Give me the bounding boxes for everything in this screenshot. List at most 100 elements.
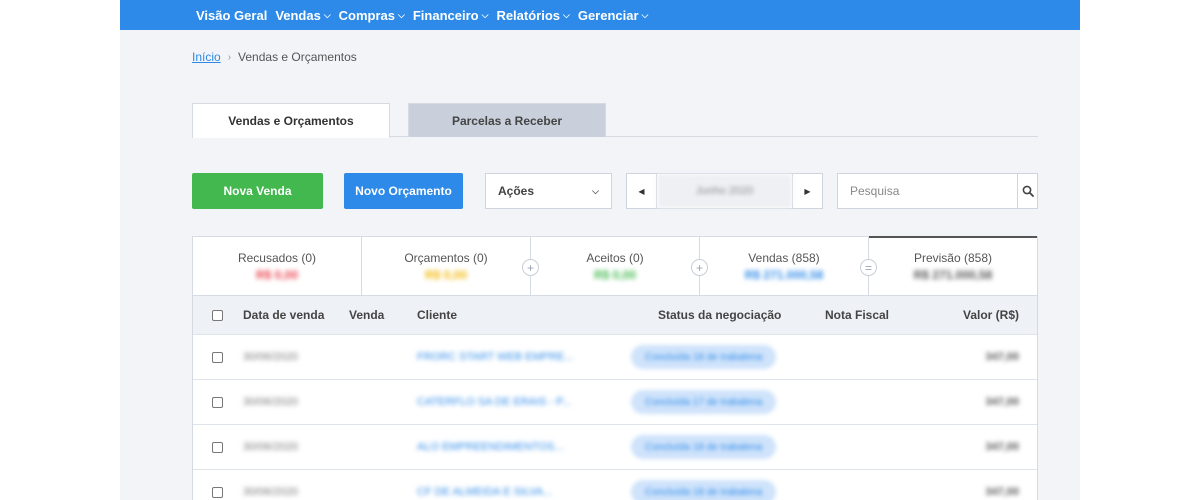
status-badge[interactable]: Concluída 17 de trabalena (631, 390, 777, 414)
summary-amount: R$ 0,00 (593, 267, 637, 282)
app-window: Visão Geral Vendas ⌵ Compras ⌵ Financeiro ⌵… (120, 0, 1080, 500)
sales-table: Data de venda Venda Cliente Status da ne… (192, 296, 1038, 500)
breadcrumb-current: Vendas e Orçamentos (238, 50, 357, 64)
row-select-cell (212, 470, 223, 500)
previous-period-button[interactable]: ◀ (627, 174, 657, 208)
row-date: 30/06/2020 (243, 351, 299, 363)
summary-card-previsao[interactable]: Previsão (858) R$ 271.000,58 (869, 236, 1037, 295)
breadcrumb-home-link[interactable]: Início (192, 50, 221, 64)
row-status-cell: Concluída 18 de trabalena (631, 470, 777, 500)
row-client-link[interactable]: CATERFLO SA DE ERAIS - P... (417, 380, 571, 424)
next-period-button[interactable]: ▶ (792, 174, 822, 208)
new-sale-button[interactable]: Nova Venda (192, 173, 323, 209)
nav-vendas[interactable]: Vendas ⌵ (275, 8, 330, 23)
nav-relatorios[interactable]: Relatórios ⌵ (496, 8, 569, 23)
table-row[interactable]: 30/06/2020 CATERFLO SA DE ERAIS - P... Con… (193, 379, 1037, 424)
summary-label: Orçamentos (0) (404, 250, 488, 265)
row-value: 347,00 (985, 351, 1019, 363)
period-navigator: ◀ Junho 2020 ▶ (626, 173, 823, 209)
summary-card-recusados[interactable]: Recusados (0) R$ 0,00 (193, 237, 362, 295)
tab-bar: Vendas e Orçamentos Parcelas a Receber (192, 103, 1038, 138)
tab-parcelas-receber[interactable]: Parcelas a Receber (408, 103, 606, 137)
chevron-down-icon: ⌵ (398, 9, 405, 20)
caret-right-icon: ▶ (804, 186, 811, 196)
column-header-invoice[interactable]: Nota Fiscal (825, 296, 889, 334)
actions-label: Ações (498, 184, 535, 198)
summary-bar: Recusados (0) R$ 0,00 Orçamentos (0) R$ … (192, 236, 1038, 296)
status-badge[interactable]: Concluída 18 de trabalena (631, 345, 777, 369)
summary-label: Aceitos (0) (586, 250, 644, 265)
row-checkbox[interactable] (212, 486, 223, 498)
nav-gerenciar[interactable]: Gerenciar ⌵ (578, 8, 649, 23)
breadcrumb: Início › Vendas e Orçamentos (192, 50, 357, 64)
summary-label: Previsão (858) (913, 251, 993, 265)
column-header-sale[interactable]: Venda (349, 296, 384, 334)
row-date: 30/06/2020 (243, 486, 299, 498)
nav-financeiro[interactable]: Financeiro ⌵ (413, 8, 489, 23)
column-header-value[interactable]: Valor (R$) (963, 296, 1019, 334)
row-select-cell (212, 380, 223, 424)
column-header-date[interactable]: Data de venda (243, 296, 324, 334)
nav-label: Financeiro (412, 7, 479, 23)
tab-vendas-orcamentos[interactable]: Vendas e Orçamentos (192, 103, 390, 138)
actions-dropdown[interactable]: Ações ⌵ (485, 173, 612, 209)
nav-compras[interactable]: Compras ⌵ (339, 8, 405, 23)
nav-label: Compras (338, 7, 396, 23)
nav-visao-geral[interactable]: Visão Geral (196, 8, 267, 23)
table-row[interactable]: 30/06/2020 FRORC START WEB EMPRE... Conclu… (193, 334, 1037, 379)
period-label[interactable]: Junho 2020 (657, 174, 792, 208)
row-client-link[interactable]: CF DE ALMEIDA E SILVA... (417, 470, 552, 500)
chevron-down-icon: ⌵ (563, 9, 570, 20)
summary-amount: R$ 0,00 (424, 267, 468, 282)
row-checkbox[interactable] (212, 351, 223, 363)
row-date: 30/06/2020 (243, 396, 299, 408)
column-header-status[interactable]: Status da negociação (658, 296, 781, 334)
toolbar: Nova Venda Novo Orçamento Ações ⌵ ◀ Junh… (192, 173, 1038, 209)
row-checkbox[interactable] (212, 441, 223, 453)
chevron-down-icon: ⌵ (641, 9, 649, 20)
search-button[interactable] (1017, 174, 1037, 208)
row-date: 30/06/2020 (243, 441, 299, 453)
nav-label: Vendas (275, 7, 321, 23)
table-row[interactable]: 30/06/2020 ALO EMPREENDIMENTOS... Concluíd… (193, 424, 1037, 469)
row-status-cell: Concluída 18 de trabalena (631, 335, 777, 379)
row-value: 347,00 (985, 396, 1019, 408)
summary-card-aceitos[interactable]: Aceitos (0) R$ 0,00 + (531, 237, 708, 295)
nav-label: Visão Geral (196, 7, 268, 23)
top-navbar: Visão Geral Vendas ⌵ Compras ⌵ Financeiro ⌵… (120, 0, 1080, 30)
plus-icon: + (691, 259, 708, 276)
chevron-down-icon: ⌵ (481, 9, 489, 20)
summary-amount: R$ 271.000,58 (744, 267, 824, 282)
plus-icon: + (522, 259, 539, 276)
summary-card-orcamentos[interactable]: Orçamentos (0) R$ 0,00 + (362, 237, 539, 295)
row-client-link[interactable]: ALO EMPREENDIMENTOS... (417, 425, 564, 469)
nav-label: Gerenciar (577, 7, 639, 23)
new-quote-button[interactable]: Novo Orçamento (344, 173, 463, 209)
search-icon (1022, 185, 1034, 197)
equals-icon: = (860, 259, 877, 276)
search-input[interactable] (838, 174, 1017, 208)
row-select-cell (212, 425, 223, 469)
status-badge[interactable]: Concluída 18 de trabalena (631, 480, 777, 500)
chevron-down-icon: ⌵ (592, 185, 599, 196)
row-status-cell: Concluída 17 de trabalena (631, 380, 777, 424)
column-header-client[interactable]: Cliente (417, 296, 457, 334)
row-value: 347,00 (985, 441, 1019, 453)
status-badge[interactable]: Concluída 18 de trabalena (631, 435, 777, 459)
chevron-down-icon: ⌵ (323, 9, 331, 20)
search-box (837, 173, 1038, 209)
row-status-cell: Concluída 18 de trabalena (631, 425, 777, 469)
table-row[interactable]: 30/06/2020 CF DE ALMEIDA E SILVA... Conclu… (193, 469, 1037, 500)
summary-label: Recusados (0) (237, 250, 317, 265)
summary-card-vendas[interactable]: Vendas (858) R$ 271.000,58 = (700, 237, 877, 295)
select-all-cell (212, 296, 223, 334)
summary-label: Vendas (858) (748, 250, 820, 265)
row-value: 347,00 (985, 486, 1019, 498)
row-client-link[interactable]: FRORC START WEB EMPRE... (417, 335, 573, 379)
nav-label: Relatórios (496, 7, 561, 23)
summary-amount: R$ 0,00 (255, 267, 299, 282)
row-select-cell (212, 335, 223, 379)
select-all-checkbox[interactable] (212, 309, 223, 321)
table-header: Data de venda Venda Cliente Status da ne… (193, 296, 1037, 334)
row-checkbox[interactable] (212, 396, 223, 408)
